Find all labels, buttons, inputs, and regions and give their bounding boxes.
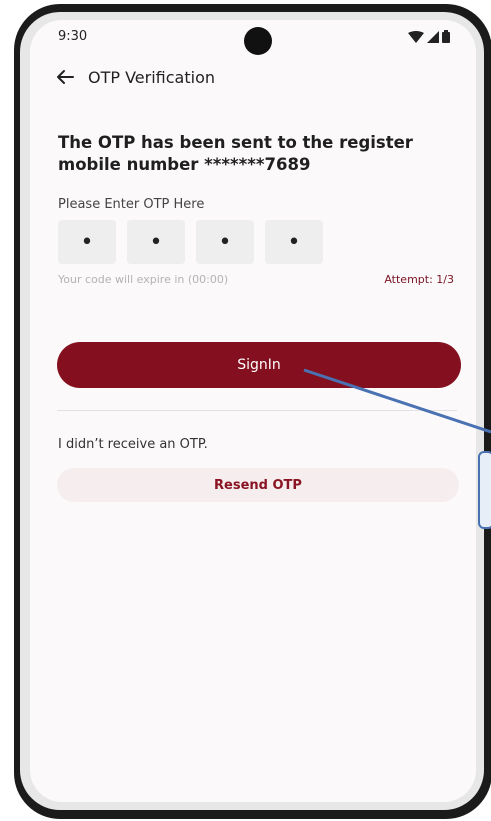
otp-digit-input[interactable]: • (265, 220, 323, 264)
phone-screen: 9:30 OTP Verification The OTP has been s… (30, 20, 476, 802)
status-bar: 9:30 (30, 20, 476, 60)
signal-icon (427, 30, 439, 43)
wifi-icon (408, 30, 424, 43)
otp-input-label: Please Enter OTP Here (58, 197, 205, 212)
home-indicator (30, 762, 476, 802)
status-icons (408, 30, 450, 43)
otp-digit-input[interactable]: • (127, 220, 185, 264)
status-time: 9:30 (58, 29, 88, 44)
page-title: OTP Verification (88, 67, 215, 87)
signin-button[interactable]: SignIn (57, 342, 461, 388)
resend-otp-button[interactable]: Resend OTP (57, 468, 459, 502)
no-otp-prompt: I didn’t receive an OTP. (58, 437, 208, 452)
attempt-counter: Attempt: 1/3 (384, 273, 454, 286)
otp-sent-message: The OTP has been sent to the register mo… (58, 133, 413, 174)
otp-expiry-text: Your code will expire in (00:00) (58, 273, 229, 286)
camera-cutout (244, 27, 272, 55)
divider (57, 410, 457, 411)
arrow-left-icon[interactable] (54, 66, 76, 88)
otp-digit-input[interactable]: • (196, 220, 254, 264)
otp-digit-input[interactable]: • (58, 220, 116, 264)
app-header: OTP Verification (54, 66, 215, 88)
otp-input-group: • • • • (58, 220, 323, 264)
battery-icon (442, 30, 450, 43)
